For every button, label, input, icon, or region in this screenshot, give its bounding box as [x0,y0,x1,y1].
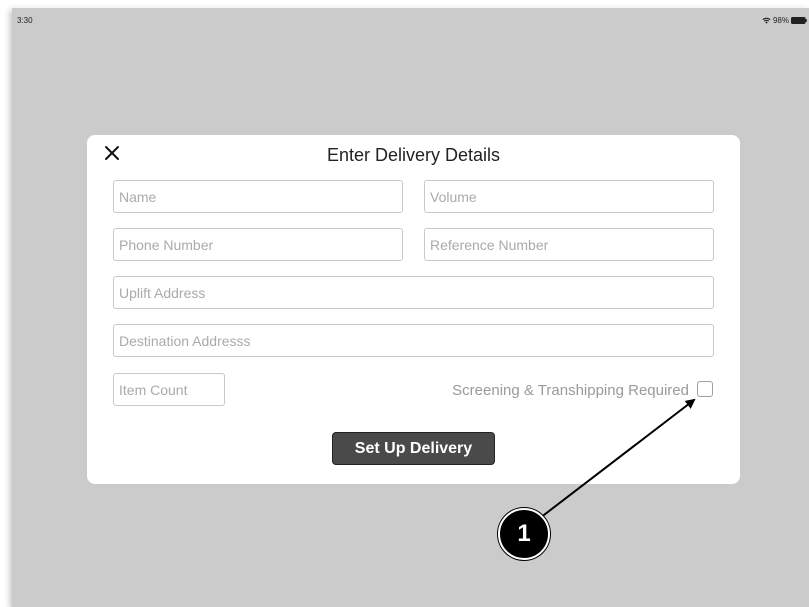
battery-percent: 98% [772,16,789,25]
callout-badge: 1 [498,508,550,560]
battery-icon [791,17,807,24]
phone-number-input[interactable] [113,228,403,261]
reference-number-input[interactable] [424,228,714,261]
item-count-input[interactable] [113,373,225,406]
name-input[interactable] [113,180,403,213]
status-bar-right: 98% [762,16,807,25]
uplift-address-input[interactable] [113,276,714,309]
delivery-details-modal: Enter Delivery Details Screening & Trans… [87,135,740,484]
set-up-delivery-button[interactable]: Set Up Delivery [332,432,495,465]
screening-label: Screening & Transhipping Required [452,382,689,399]
screening-checkbox[interactable] [697,381,713,397]
destination-address-input[interactable] [113,324,714,357]
volume-input[interactable] [424,180,714,213]
wifi-icon [762,17,771,24]
device-screen: 3:30 98% Enter Delivery Details Screenin… [12,8,809,607]
modal-title: Enter Delivery Details [326,145,501,165]
status-time: 3:30 [17,16,33,25]
